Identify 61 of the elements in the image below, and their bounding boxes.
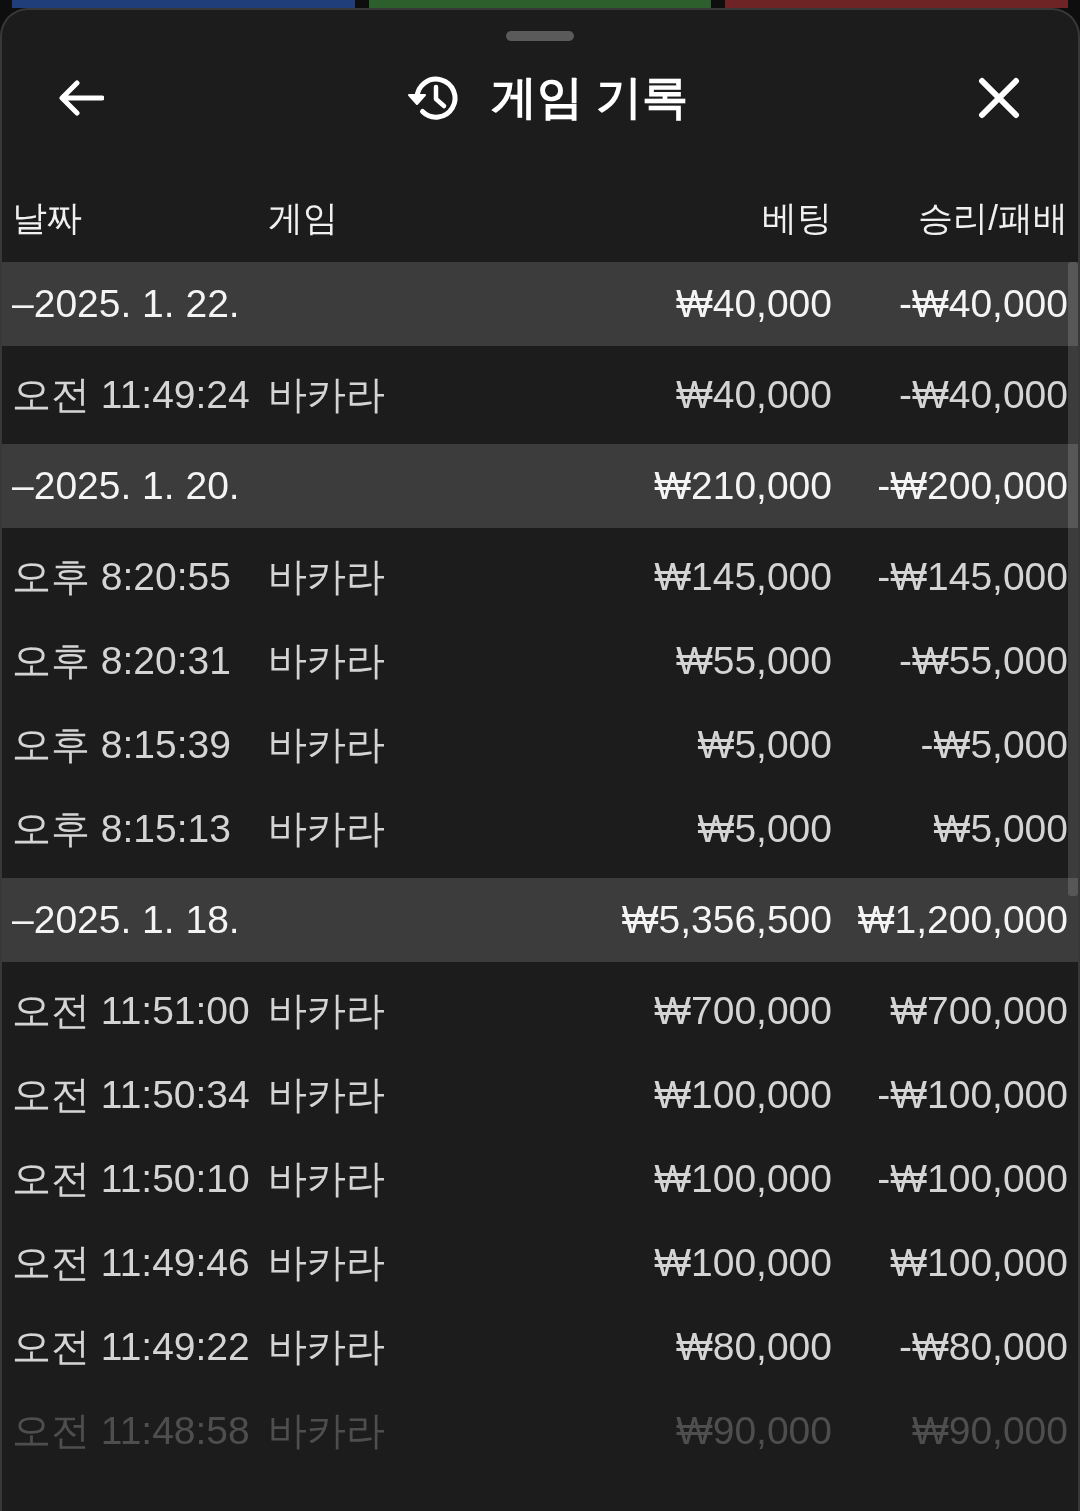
game-cell-text: 바카라	[268, 554, 386, 600]
result-total: -₩40,000	[897, 282, 1068, 326]
time-cell-text: 오전 11:50:34	[12, 1072, 251, 1118]
game-cell-text: 바카라	[268, 1240, 386, 1286]
bet-cell-text: ₩145,000	[653, 555, 832, 599]
time-cell-text: 오전 11:50:10	[12, 1156, 251, 1202]
date-cell-text: –2025. 1. 18.	[12, 898, 241, 942]
result-cell-text: ₩100,000	[889, 1241, 1068, 1285]
time-cell-text: 오후 8:15:39	[12, 722, 232, 768]
result-cell-text: -₩55,000	[897, 639, 1068, 683]
game-cell-text: 바카라	[268, 988, 386, 1034]
game-cell-text: 바카라	[268, 638, 386, 684]
close-icon	[978, 77, 1020, 119]
game-cell-text: 바카라	[268, 1156, 386, 1202]
result-cell-text: -₩145,000	[876, 555, 1068, 599]
bet-cell-text: ₩5,000	[696, 807, 832, 851]
sheet-title: 게임 기록	[491, 70, 688, 125]
result-cell-text: -₩80,000	[897, 1325, 1068, 1369]
result-cell-text: ₩5,000	[932, 807, 1068, 851]
bet-cell-text: ₩80,000	[674, 1325, 832, 1369]
time-cell-text: 오전 11:49:46	[12, 1240, 251, 1286]
time-cell-text: 오전 11:49:22	[12, 1324, 251, 1370]
time-cell-text: 오전 11:49:24	[12, 372, 251, 418]
date-group-row[interactable]: –2025. 1. 18. ₩5,356,500 ₩1,200,000	[2, 878, 1078, 962]
column-header: 베팅	[761, 200, 832, 236]
game-cell-text: 바카라	[268, 372, 386, 418]
back-arrow-icon	[58, 80, 104, 116]
date-group-row[interactable]: –2025. 1. 20. ₩210,000 -₩200,000	[2, 444, 1078, 528]
result-cell-text: ₩700,000	[889, 989, 1068, 1033]
bet-cell-text: ₩100,000	[653, 1241, 832, 1285]
result-cell-text: -₩100,000	[876, 1073, 1068, 1117]
bet-total: ₩40,000	[674, 282, 832, 326]
bet-total: ₩210,000	[653, 464, 832, 508]
time-cell-text: 오후 8:20:31	[12, 638, 232, 684]
drag-handle[interactable]	[506, 31, 574, 41]
bet-cell-text: ₩100,000	[653, 1157, 832, 1201]
result-cell-text: -₩40,000	[897, 373, 1068, 417]
result-cell-text: -₩100,000	[876, 1157, 1068, 1201]
bet-total: ₩5,356,500	[620, 898, 832, 942]
date-cell-text: –2025. 1. 22.	[12, 282, 241, 326]
game-cell-text: 바카라	[268, 1324, 386, 1370]
column-header: 승리/패배	[917, 200, 1068, 236]
time-cell-text: 오후 8:15:13	[12, 806, 232, 852]
column-header: 날짜	[12, 200, 83, 236]
game-cell-text: 바카라	[268, 806, 386, 852]
column-header: 게임	[268, 200, 339, 236]
scrollbar[interactable]	[1068, 262, 1078, 896]
time-cell-text: 오전 11:51:00	[12, 988, 251, 1034]
date-group-row[interactable]: –2025. 1. 22. ₩40,000 -₩40,000	[2, 262, 1078, 346]
game-cell-text: 바카라	[268, 722, 386, 768]
result-total: ₩1,200,000	[856, 898, 1068, 942]
game-cell-text: 바카라	[268, 1072, 386, 1118]
result-total: -₩200,000	[876, 464, 1068, 508]
result-cell-text: -₩5,000	[919, 723, 1068, 767]
bet-cell-text: ₩55,000	[674, 639, 832, 683]
time-cell-text: 오후 8:20:55	[12, 554, 232, 600]
bet-cell-text: ₩40,000	[674, 373, 832, 417]
bet-cell-text: ₩5,000	[696, 723, 832, 767]
bet-cell-text: ₩700,000	[653, 989, 832, 1033]
bet-cell-text: ₩100,000	[653, 1073, 832, 1117]
date-cell-text: –2025. 1. 20.	[12, 464, 241, 508]
